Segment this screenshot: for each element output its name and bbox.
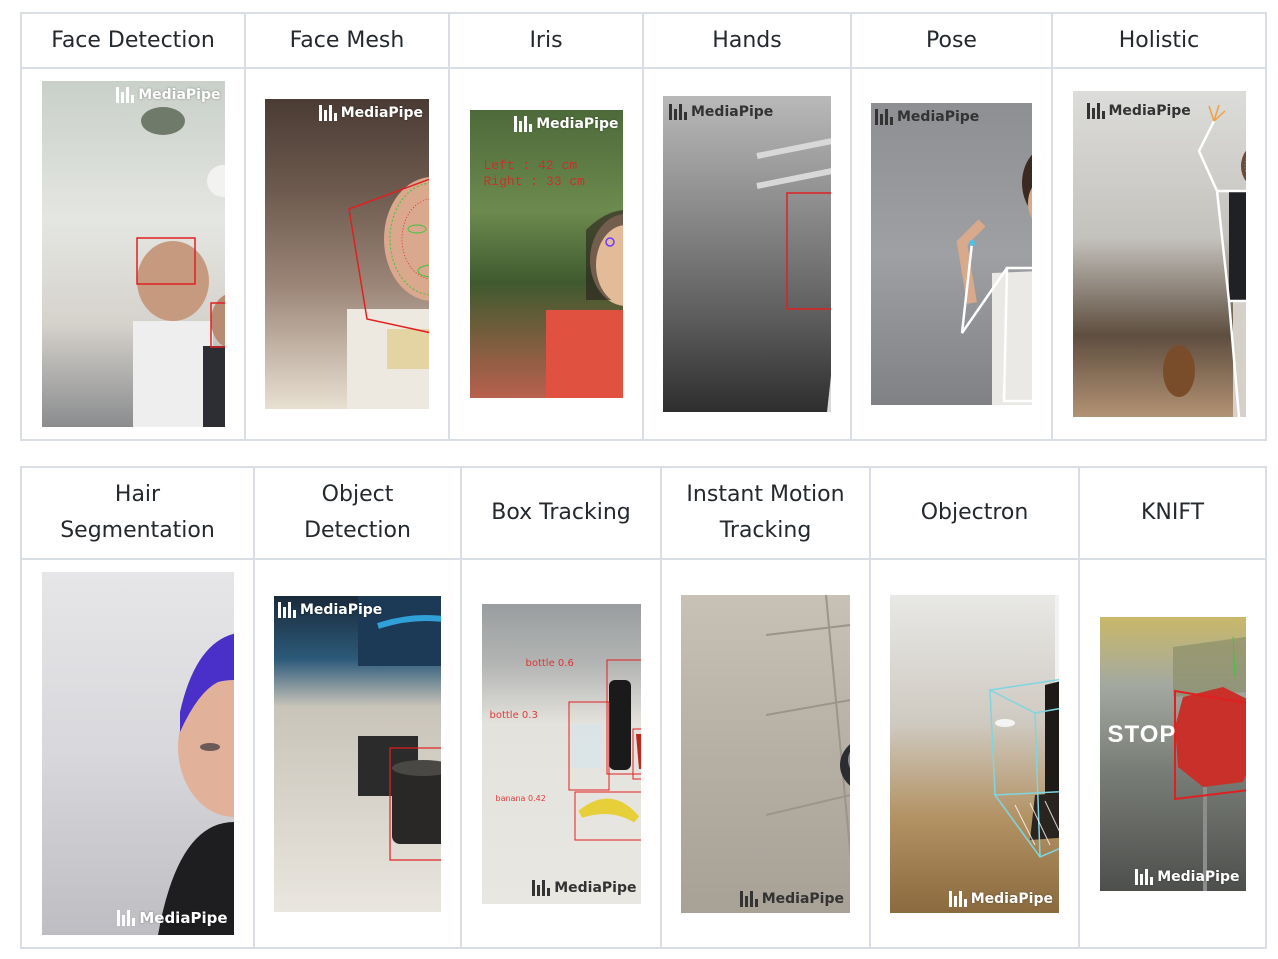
header-line: Detection (304, 518, 411, 543)
mediapipe-logo: MediaPipe (1135, 868, 1240, 885)
header-line: Segmentation (60, 518, 215, 543)
mediapipe-logo-icon (514, 116, 533, 132)
cell-pose: MediaPipe (850, 67, 1053, 441)
mediapipe-logo-icon (318, 105, 337, 121)
mediapipe-logo: MediaPipe (318, 105, 423, 121)
hands-overlay (756, 138, 831, 412)
hair-segmentation-demo-image[interactable]: MediaPipe (41, 572, 234, 935)
cell-hair-segmentation: MediaPipe (20, 558, 255, 949)
mediapipe-logo: MediaPipe (532, 879, 637, 896)
mediapipe-logo-icon (875, 109, 893, 125)
cell-knift: STOP MediaPipe (1078, 558, 1267, 949)
object-detection-overlay (357, 595, 441, 861)
mediapipe-logo: MediaPipe (1086, 103, 1191, 119)
header-line: KNIFT (1140, 500, 1205, 525)
cell-face-detection: MediaPipe (20, 67, 246, 441)
solutions-table-row1: Face Detection Face Mesh Iris Hands Pose… (20, 12, 1267, 441)
object-detection-demo-image[interactable]: MediaPipe (274, 595, 441, 912)
header-face-mesh: Face Mesh (244, 12, 450, 69)
hands-demo-image[interactable]: MediaPipe (663, 96, 831, 412)
mediapipe-logo: MediaPipe (514, 116, 619, 132)
header-box-tracking: Box Tracking (460, 466, 662, 560)
header-hair-segmentation: Hair Segmentation (20, 466, 255, 560)
face-mesh-overlay (347, 177, 429, 409)
header-objectron: Objectron (869, 466, 1080, 560)
pose-overlay (956, 154, 1032, 405)
header-instant-motion-tracking: Instant Motion Tracking (660, 466, 871, 560)
mediapipe-logo-icon (117, 910, 136, 926)
header-object-detection: Object Detection (253, 466, 462, 560)
cell-objectron: MediaPipe (869, 558, 1080, 949)
cell-iris: Left : 42 cm Right : 33 cm MediaPipe (448, 67, 644, 441)
mediapipe-logo: MediaPipe (278, 601, 382, 618)
mediapipe-logo-icon (278, 601, 296, 618)
instant-motion-tracking-demo-image[interactable]: + ⌖ MediaPipe (681, 594, 850, 913)
cell-object-detection: MediaPipe (253, 558, 462, 949)
mediapipe-logo-icon (739, 890, 758, 907)
header-knift: KNIFT (1078, 466, 1267, 560)
cell-face-mesh: MediaPipe (244, 67, 450, 441)
pose-demo-image[interactable]: MediaPipe (871, 103, 1032, 405)
objectron-demo-image[interactable]: MediaPipe (890, 594, 1059, 913)
header-holistic: Holistic (1051, 12, 1267, 69)
objectron-overlay (987, 594, 1059, 858)
header-line: Objectron (920, 500, 1029, 525)
iris-distance-right: Right : 33 cm (483, 174, 585, 189)
box-label: bottle 0.3 (489, 709, 538, 721)
header-face-detection: Face Detection (20, 12, 246, 69)
header-line: Box Tracking (491, 500, 631, 525)
mediapipe-logo-icon (669, 104, 687, 120)
mediapipe-logo-icon (948, 890, 967, 907)
mediapipe-logo-icon (1086, 103, 1105, 119)
mediapipe-logo-icon (1135, 868, 1154, 885)
instant-motion-tracking-overlay: + ⌖ (765, 594, 850, 865)
hair-segmentation-overlay (157, 633, 234, 935)
iris-demo-image[interactable]: Left : 42 cm Right : 33 cm MediaPipe (469, 110, 623, 398)
header-hands: Hands (642, 12, 852, 69)
mediapipe-logo: MediaPipe (669, 104, 773, 120)
header-line: Hair (114, 482, 161, 507)
mediapipe-logo: MediaPipe (117, 909, 228, 927)
mediapipe-logo-icon (116, 87, 135, 103)
mediapipe-logo: MediaPipe (948, 890, 1053, 907)
holistic-overlay (1163, 104, 1246, 417)
header-line: Tracking (719, 518, 812, 543)
box-tracking-demo-image[interactable]: bottle 0.6 bottle 0.3 banana 0.42 MediaP… (481, 603, 641, 904)
face-mesh-demo-image[interactable]: MediaPipe (265, 99, 429, 409)
mediapipe-logo: MediaPipe (116, 87, 221, 103)
cell-box-tracking: bottle 0.6 bottle 0.3 banana 0.42 MediaP… (460, 558, 662, 949)
cell-holistic: MediaPipe (1051, 67, 1267, 441)
iris-distance-left: Left : 42 cm (483, 158, 578, 173)
cell-hands: MediaPipe (642, 67, 852, 441)
face-detection-demo-image[interactable]: MediaPipe (41, 81, 225, 427)
mediapipe-logo: MediaPipe (875, 109, 979, 125)
mediapipe-logo-icon (532, 879, 551, 896)
knift-overlay (1172, 636, 1246, 891)
box-tracking-overlay (568, 659, 641, 840)
header-line: Instant Motion (686, 482, 845, 507)
solutions-table-row2: Hair Segmentation Object Detection Box T… (20, 466, 1267, 949)
header-iris: Iris (448, 12, 644, 69)
stop-sign-text: STOP (1107, 720, 1177, 748)
holistic-demo-image[interactable]: MediaPipe (1072, 91, 1246, 417)
iris-overlay (546, 210, 623, 398)
header-line: Object (321, 482, 394, 507)
knift-demo-image[interactable]: STOP MediaPipe (1099, 616, 1246, 891)
cell-instant-motion-tracking: + ⌖ MediaPipe (660, 558, 871, 949)
header-pose: Pose (850, 12, 1053, 69)
box-label: banana 0.42 (495, 793, 546, 803)
box-label: bottle 0.6 (525, 657, 574, 669)
mediapipe-logo: MediaPipe (739, 890, 844, 907)
face-detection-overlay (133, 107, 225, 427)
